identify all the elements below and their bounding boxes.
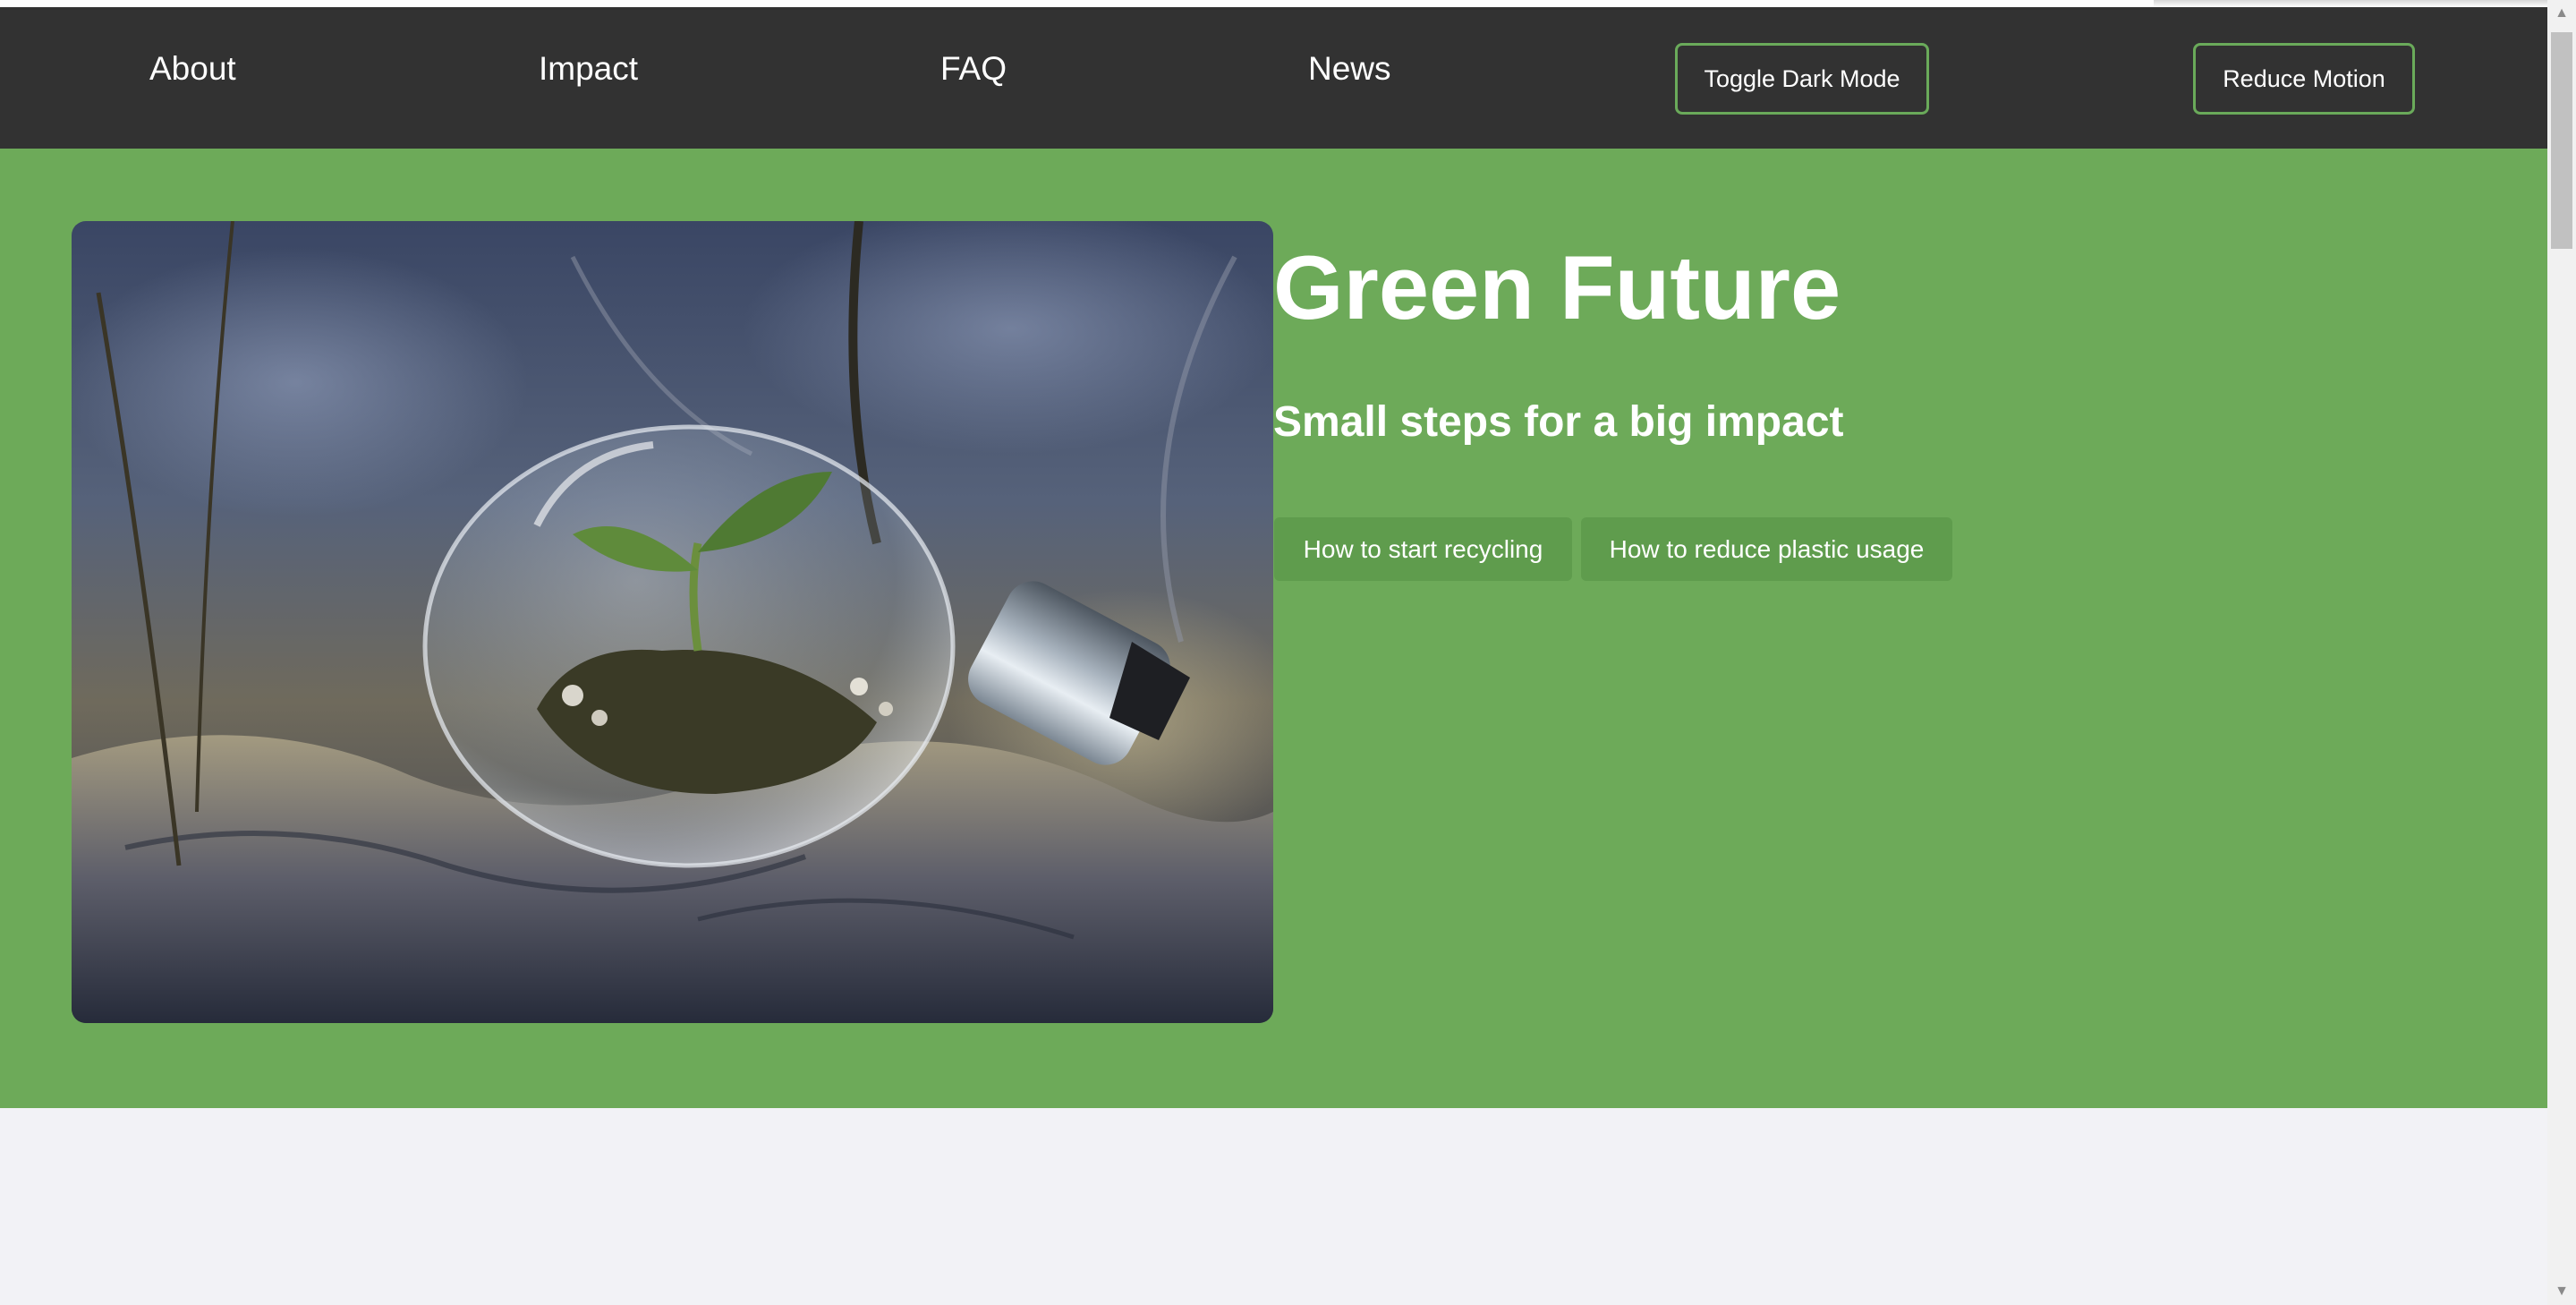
top-shadow — [2154, 0, 2547, 7]
hero-section: Green Future Small steps for a big impac… — [0, 149, 2547, 1108]
hero-title: Green Future — [1273, 238, 1841, 338]
toggle-dark-mode-button[interactable]: Toggle Dark Mode — [1675, 43, 1929, 115]
main-nav: About Impact FAQ News Toggle Dark Mode R… — [0, 7, 2547, 149]
recycling-guide-button[interactable]: How to start recycling — [1274, 517, 1572, 581]
reduce-plastic-guide-button[interactable]: How to reduce plastic usage — [1581, 517, 1952, 581]
scroll-up-arrow-icon[interactable]: ▲ — [2547, 0, 2576, 27]
reduce-motion-button[interactable]: Reduce Motion — [2193, 43, 2415, 115]
lightbulb-seedling-image — [72, 221, 1273, 1023]
hero-subtitle: Small steps for a big impact — [1273, 398, 1844, 446]
top-strip — [0, 0, 2547, 7]
scrollbar-thumb[interactable] — [2551, 32, 2572, 249]
scroll-down-arrow-icon[interactable]: ▼ — [2547, 1278, 2576, 1305]
nav-link-faq[interactable]: FAQ — [940, 52, 1007, 85]
nav-link-news[interactable]: News — [1308, 52, 1391, 85]
hero-image — [72, 221, 1273, 1023]
nav-link-about[interactable]: About — [149, 52, 236, 85]
nav-link-impact[interactable]: Impact — [539, 52, 638, 85]
vertical-scrollbar[interactable]: ▲ ▼ — [2547, 0, 2576, 1305]
